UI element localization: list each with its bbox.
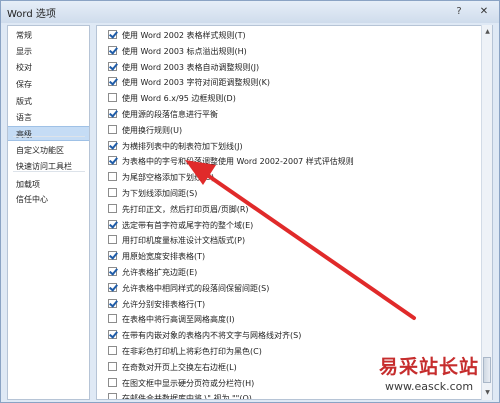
- option-label: 为下划线添加间距(S): [122, 189, 198, 198]
- option-checkbox[interactable]: [108, 267, 117, 276]
- option-label: 使用 Word 2002 表格样式规则(T): [122, 31, 246, 40]
- option-label: 在邮件合并数据库中将 \" 视为 ""(Q): [122, 394, 252, 400]
- help-icon[interactable]: ?: [448, 4, 470, 19]
- options-sidebar: 常规 显示 校对 保存 版式 语言 高级 自定义功能区 快速访问工具栏 加载项 信任中心: [7, 25, 90, 400]
- sidebar-item[interactable]: 校对: [8, 60, 89, 75]
- option-row[interactable]: 使用 Word 2003 标点溢出规则(H): [108, 44, 478, 59]
- option-row[interactable]: 使用 Word 6.x/95 边框规则(D): [108, 91, 478, 106]
- options-scrollbar[interactable]: ▲ ▼: [481, 25, 492, 400]
- option-row[interactable]: 使用 Word 2003 字符对间距调整规则(K): [108, 75, 478, 90]
- option-label: 在带有内嵌对象的表格内不将文字与网格线对齐(S): [122, 331, 302, 341]
- option-label: 在非彩色打印机上将彩色打印为黑色(C): [122, 347, 262, 356]
- option-row[interactable]: 为横排列表中的制表符加下划线(J): [108, 139, 478, 154]
- option-checkbox[interactable]: [108, 156, 117, 166]
- option-checkbox[interactable]: [108, 188, 117, 197]
- option-label: 使用 Word 6.x/95 边框规则(D): [122, 94, 236, 104]
- window-title: Word 选项: [7, 9, 56, 20]
- option-checkbox[interactable]: [108, 298, 117, 308]
- sidebar-item[interactable]: 语言: [8, 110, 89, 125]
- option-checkbox[interactable]: [108, 140, 117, 150]
- option-label: 在表格中将行高调至网格高度(I): [122, 315, 235, 325]
- option-label: 使用 Word 2003 表格自动调整规则(J): [122, 62, 260, 72]
- sidebar-item[interactable]: 常规: [8, 28, 89, 43]
- option-checkbox[interactable]: [108, 61, 117, 71]
- option-row[interactable]: 允许表格中相同样式的段落间保留间距(S): [108, 281, 478, 296]
- option-checkbox[interactable]: [108, 235, 117, 245]
- option-label: 使用换行规则(U): [122, 125, 183, 135]
- option-label: 允许表格中相同样式的段落间保留间距(S): [122, 283, 270, 293]
- option-label: 允许表格扩充边距(E): [122, 268, 198, 277]
- option-label: 先打印正文，然后打印页眉/页脚(R): [122, 204, 249, 214]
- option-checkbox[interactable]: [108, 172, 117, 182]
- option-checkbox[interactable]: [108, 203, 117, 213]
- close-icon[interactable]: ✕: [473, 4, 495, 19]
- option-row[interactable]: 使用源的段落信息进行平衡: [108, 107, 478, 122]
- option-label: 使用 Word 2003 标点溢出规则(H): [122, 46, 247, 56]
- word-options-dialog: Word 选项 ? ✕ 常规 显示 校对 保存 版式 语言 高级 自定义功能区 快速访问工具栏加…: [0, 0, 500, 403]
- option-checkbox[interactable]: [108, 330, 117, 340]
- sidebar-item[interactable]: 加载项: [8, 177, 89, 192]
- option-row[interactable]: 为尾部空格添加下划线(U): [108, 170, 478, 185]
- option-label: 在奇数对开页上交换左右边框(L): [122, 362, 237, 372]
- option-label: 允许分别安排表格行(T): [122, 299, 206, 309]
- sidebar-item[interactable]: 保存: [8, 77, 89, 92]
- site-watermark: 易采站长站 www.easck.com: [379, 352, 500, 403]
- option-row[interactable]: 使用换行规则(U): [108, 123, 478, 138]
- sidebar-item[interactable]: 信任中心: [8, 192, 89, 207]
- option-checkbox[interactable]: [108, 109, 117, 118]
- sidebar-divider: [13, 171, 85, 172]
- watermark-url: www.easck.com: [385, 380, 474, 393]
- option-row[interactable]: 为表格中的字号和段落调整使用 Word 2002-2007 样式评估规则: [108, 154, 478, 169]
- title-bar: Word 选项 ? ✕: [1, 1, 499, 23]
- sidebar-item[interactable]: 高级: [8, 126, 89, 141]
- option-row[interactable]: 使用 Word 2003 表格自动调整规则(J): [108, 60, 478, 75]
- option-row[interactable]: 选定带有首字符或尾字符的整个域(E): [108, 218, 478, 233]
- watermark-logo: 易采站长站: [379, 356, 480, 378]
- option-checkbox[interactable]: [108, 251, 117, 261]
- option-row[interactable]: 为下划线添加间距(S): [108, 186, 478, 201]
- advanced-options-panel: 使用 Word 2002 表格样式规则(T) 使用 Word 2003 标点溢出规…: [96, 25, 493, 400]
- sidebar-divider: [13, 136, 85, 137]
- sidebar-item[interactable]: 自定义功能区: [8, 143, 89, 158]
- option-row[interactable]: 用打印机度量标准设计文档版式(P): [108, 233, 478, 248]
- option-checkbox[interactable]: [108, 30, 117, 39]
- sidebar-item[interactable]: 版式: [8, 94, 89, 109]
- option-checkbox[interactable]: [108, 282, 117, 292]
- option-checkbox[interactable]: [108, 124, 117, 134]
- option-checkbox[interactable]: [108, 361, 117, 371]
- option-checkbox[interactable]: [108, 393, 117, 399]
- option-checkbox[interactable]: [108, 93, 117, 103]
- option-checkbox[interactable]: [108, 45, 117, 55]
- option-row[interactable]: 允许表格扩充边距(E): [108, 265, 478, 280]
- option-row[interactable]: 在带有内嵌对象的表格内不将文字与网格线对齐(S): [108, 328, 478, 343]
- option-label: 用原始宽度安排表格(T): [122, 252, 206, 262]
- option-label: 在图文框中显示硬分页符或分栏符(H): [122, 378, 255, 388]
- option-label: 选定带有首字符或尾字符的整个域(E): [122, 220, 254, 230]
- option-label: 为表格中的字号和段落调整使用 Word 2002-2007 样式评估规则: [122, 157, 354, 167]
- option-row[interactable]: 先打印正文，然后打印页眉/页脚(R): [108, 202, 478, 217]
- option-row[interactable]: 允许分别安排表格行(T): [108, 297, 478, 312]
- option-row[interactable]: 在表格中将行高调至网格高度(I): [108, 312, 478, 327]
- option-checkbox[interactable]: [108, 219, 117, 229]
- option-label: 为横排列表中的制表符加下划线(J): [122, 141, 243, 151]
- option-row[interactable]: 使用 Word 2002 表格样式规则(T): [108, 28, 478, 43]
- option-label: 为尾部空格添加下划线(U): [122, 173, 215, 183]
- option-label: 使用 Word 2003 字符对间距调整规则(K): [122, 78, 271, 88]
- option-checkbox[interactable]: [108, 377, 117, 387]
- option-label: 用打印机度量标准设计文档版式(P): [122, 236, 246, 246]
- option-checkbox[interactable]: [108, 314, 117, 324]
- sidebar-item[interactable]: 显示: [8, 44, 89, 59]
- option-checkbox[interactable]: [108, 77, 117, 87]
- scroll-up-icon[interactable]: ▲: [483, 27, 492, 37]
- option-row[interactable]: 用原始宽度安排表格(T): [108, 249, 478, 264]
- option-label: 使用源的段落信息进行平衡: [122, 110, 218, 119]
- option-checkbox[interactable]: [108, 346, 117, 355]
